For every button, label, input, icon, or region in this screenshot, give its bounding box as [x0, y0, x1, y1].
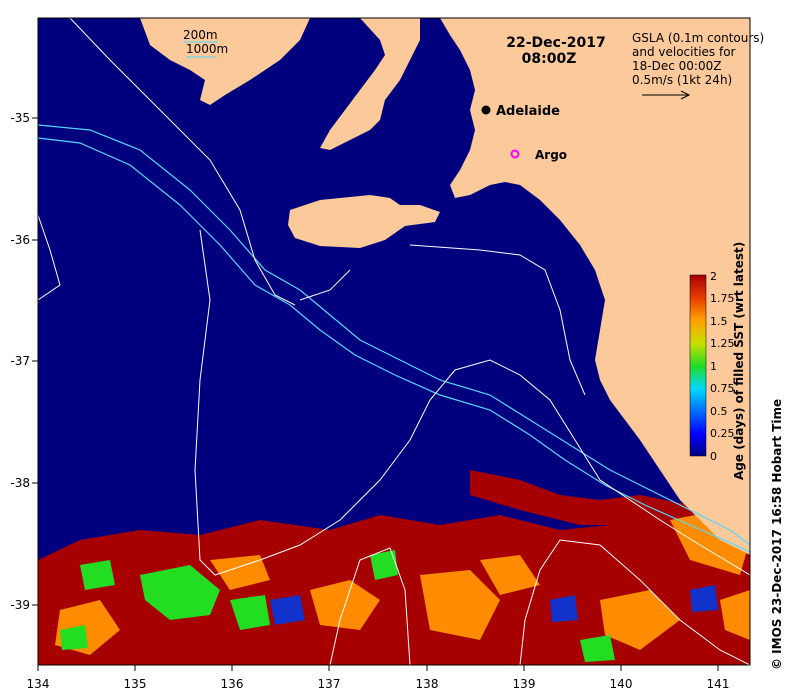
colorbar-tick: 1.25 [710, 337, 735, 350]
y-tick-label: -39 [10, 598, 30, 612]
sst-map-figure: 134 135 136 137 138 139 140 141 -35 -36 … [10, 17, 784, 691]
adelaide-marker [481, 105, 491, 115]
x-tick-label: 136 [221, 677, 244, 691]
x-axis: 134 135 136 137 138 139 140 141 [27, 665, 730, 691]
y-tick-label: -38 [10, 476, 30, 490]
colorbar-tick: 1.5 [710, 315, 728, 328]
gsla-legend-line1: GSLA (0.1m contours) [632, 31, 764, 45]
x-tick-label: 134 [27, 677, 50, 691]
colorbar-tick: 2 [710, 270, 717, 283]
colorbar-tick: 1 [710, 360, 717, 373]
y-tick-label: -36 [10, 233, 30, 247]
argo-label: Argo [535, 148, 567, 162]
gsla-legend-line3: 18-Dec 00:00Z [632, 59, 721, 73]
imos-credit: © IMOS 23-Dec-2017 16:58 Hobart Time [770, 399, 784, 670]
x-tick-label: 141 [707, 677, 730, 691]
gsla-legend-line4: 0.5m/s (1kt 24h) [632, 73, 732, 87]
y-axis: -35 -36 -37 -38 -39 [10, 111, 38, 612]
colorbar-tick: 0 [710, 450, 717, 463]
x-tick-label: 137 [318, 677, 341, 691]
y-tick-label: -35 [10, 111, 30, 125]
colorbar-gradient [689, 274, 707, 457]
gsla-legend-line2: and velocities for [632, 45, 736, 59]
y-tick-label: -37 [10, 354, 30, 368]
colorbar-tick: 0.5 [710, 405, 728, 418]
map-time: 08:00Z [522, 51, 577, 67]
x-tick-label: 139 [513, 677, 536, 691]
map-area [38, 18, 750, 665]
colorbar-tick: 1.75 [710, 292, 735, 305]
x-tick-label: 140 [610, 677, 633, 691]
colorbar-tick: 0.75 [710, 382, 735, 395]
colorbar-tick: 0.25 [710, 427, 735, 440]
x-tick-label: 135 [124, 677, 147, 691]
depth-legend-1000m: 1000m [186, 42, 228, 56]
adelaide-label: Adelaide [496, 104, 560, 119]
colorbar-title: Age (days) of filled SST (wrt latest) [732, 242, 746, 480]
x-tick-label: 138 [416, 677, 439, 691]
depth-legend-200m: 200m [183, 28, 218, 42]
map-date: 22-Dec-2017 [506, 35, 605, 51]
